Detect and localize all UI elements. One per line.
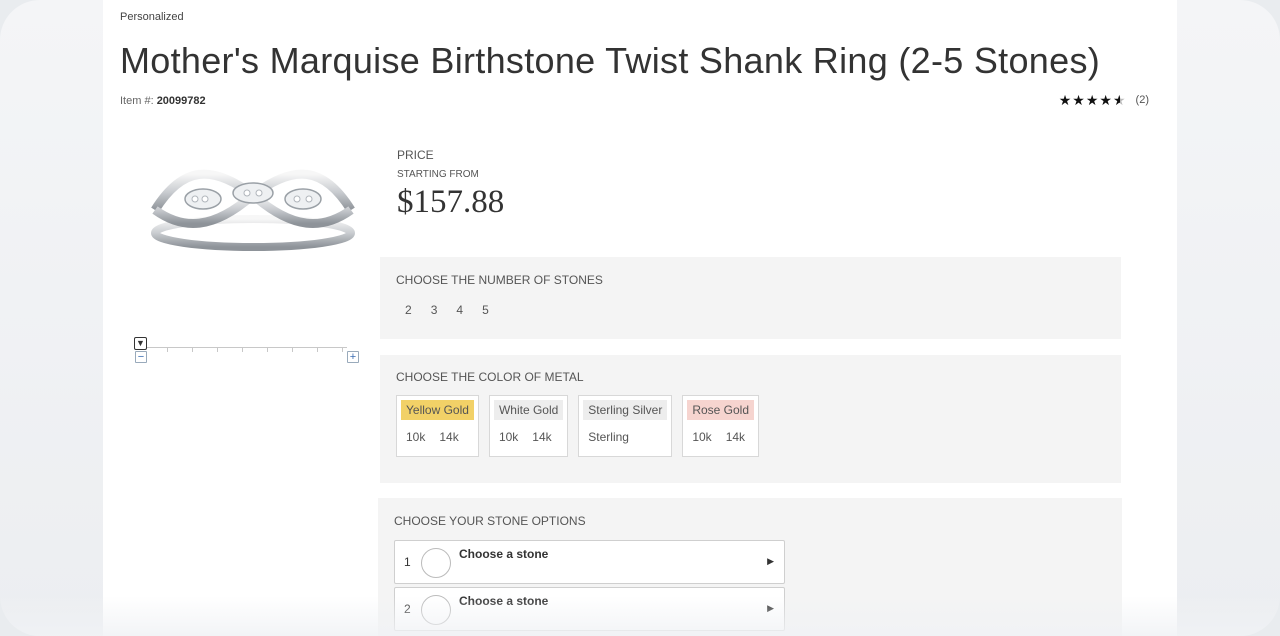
metal-name[interactable]: Yellow Gold xyxy=(401,400,474,420)
karat-option[interactable]: 14k xyxy=(726,430,745,444)
metal-color-panel: CHOOSE THE COLOR OF METAL Yellow Gold 10… xyxy=(380,355,1121,483)
star-icon: ★ xyxy=(1099,92,1112,108)
chevron-right-icon: ▶ xyxy=(767,603,774,613)
stone-options-panel: CHOOSE YOUR STONE OPTIONS 1 Choose a sto… xyxy=(378,498,1122,636)
zoom-handle[interactable]: ▼ xyxy=(134,337,147,350)
stone-count-option[interactable]: 5 xyxy=(482,303,489,317)
zoom-in-icon[interactable]: + xyxy=(347,351,359,363)
metal-option-sterling-silver[interactable]: Sterling Silver Sterling xyxy=(578,395,673,457)
zoom-tick xyxy=(242,347,243,352)
metal-options: Yellow Gold 10k 14k White Gold 10k 14k S… xyxy=(396,395,760,457)
stone-row-label: Choose a stone xyxy=(459,547,549,561)
rating-stars: ★ ★ ★ ★ ★ xyxy=(1059,93,1126,107)
star-icon: ★ xyxy=(1058,92,1072,108)
item-number: Item #: 20099782 xyxy=(120,95,206,107)
zoom-tick xyxy=(167,347,168,352)
rating[interactable]: ★ ★ ★ ★ ★ (2) xyxy=(1059,93,1149,107)
screen-frame: Personalized Mother's Marquise Birthston… xyxy=(0,0,1280,636)
half-star-icon: ★ xyxy=(1112,92,1126,108)
item-number-label: Item #: xyxy=(120,95,154,107)
metal-option-white-gold[interactable]: White Gold 10k 14k xyxy=(488,395,569,457)
zoom-tick xyxy=(267,347,268,352)
karat-option[interactable]: 14k xyxy=(532,430,551,444)
number-of-stones-title: CHOOSE THE NUMBER OF STONES xyxy=(396,273,603,287)
stone-swatch xyxy=(421,548,451,578)
zoom-tick xyxy=(192,347,193,352)
zoom-tick xyxy=(217,347,218,352)
review-count[interactable]: (2) xyxy=(1136,94,1149,106)
zoom-out-icon[interactable]: − xyxy=(135,351,147,363)
number-of-stones-panel: CHOOSE THE NUMBER OF STONES 2 3 4 5 xyxy=(380,257,1121,339)
zoom-tick xyxy=(317,347,318,352)
stone-row[interactable]: 1 Choose a stone ▶ xyxy=(394,540,785,584)
price-block: PRICE STARTING FROM $157.88 xyxy=(397,148,504,221)
stone-row[interactable]: 2 Choose a stone ▶ xyxy=(394,587,785,631)
karat-option[interactable]: 10k xyxy=(406,430,425,444)
metal-option-yellow-gold[interactable]: Yellow Gold 10k 14k xyxy=(396,395,479,457)
product-page: Personalized Mother's Marquise Birthston… xyxy=(103,0,1177,636)
metal-option-rose-gold[interactable]: Rose Gold 10k 14k xyxy=(682,395,760,457)
stone-row-number: 1 xyxy=(404,555,411,569)
stone-row-label: Choose a stone xyxy=(459,594,549,608)
stone-swatch xyxy=(421,595,451,625)
price-sublabel: STARTING FROM xyxy=(397,169,479,180)
price-value: $157.88 xyxy=(397,184,505,220)
stone-count-option[interactable]: 3 xyxy=(431,303,438,317)
zoom-tick xyxy=(292,347,293,352)
chevron-right-icon: ▶ xyxy=(767,556,774,566)
karat-option[interactable]: 10k xyxy=(692,430,711,444)
metal-color-title: CHOOSE THE COLOR OF METAL xyxy=(396,370,584,384)
product-title: Mother's Marquise Birthstone Twist Shank… xyxy=(120,40,1101,81)
metal-name[interactable]: White Gold xyxy=(493,400,564,420)
star-icon: ★ xyxy=(1072,92,1085,108)
item-number-value: 20099782 xyxy=(156,95,206,107)
karat-option[interactable]: Sterling xyxy=(588,430,629,444)
product-image[interactable] xyxy=(143,155,363,265)
stone-options-title: CHOOSE YOUR STONE OPTIONS xyxy=(394,514,586,528)
price-label: PRICE xyxy=(397,148,434,162)
karat-option[interactable]: 10k xyxy=(499,430,518,444)
metal-name[interactable]: Sterling Silver xyxy=(583,400,668,420)
star-icon: ★ xyxy=(1085,92,1099,108)
zoom-tick xyxy=(342,347,343,352)
stone-count-option[interactable]: 4 xyxy=(456,303,463,317)
breadcrumb[interactable]: Personalized xyxy=(120,11,184,23)
stone-row-number: 2 xyxy=(404,602,411,616)
zoom-slider[interactable]: ▼ − + xyxy=(134,337,364,367)
karat-option[interactable]: 14k xyxy=(439,430,458,444)
stone-count-option[interactable]: 2 xyxy=(405,303,412,317)
metal-name[interactable]: Rose Gold xyxy=(687,400,755,420)
number-of-stones-options: 2 3 4 5 xyxy=(405,303,489,317)
